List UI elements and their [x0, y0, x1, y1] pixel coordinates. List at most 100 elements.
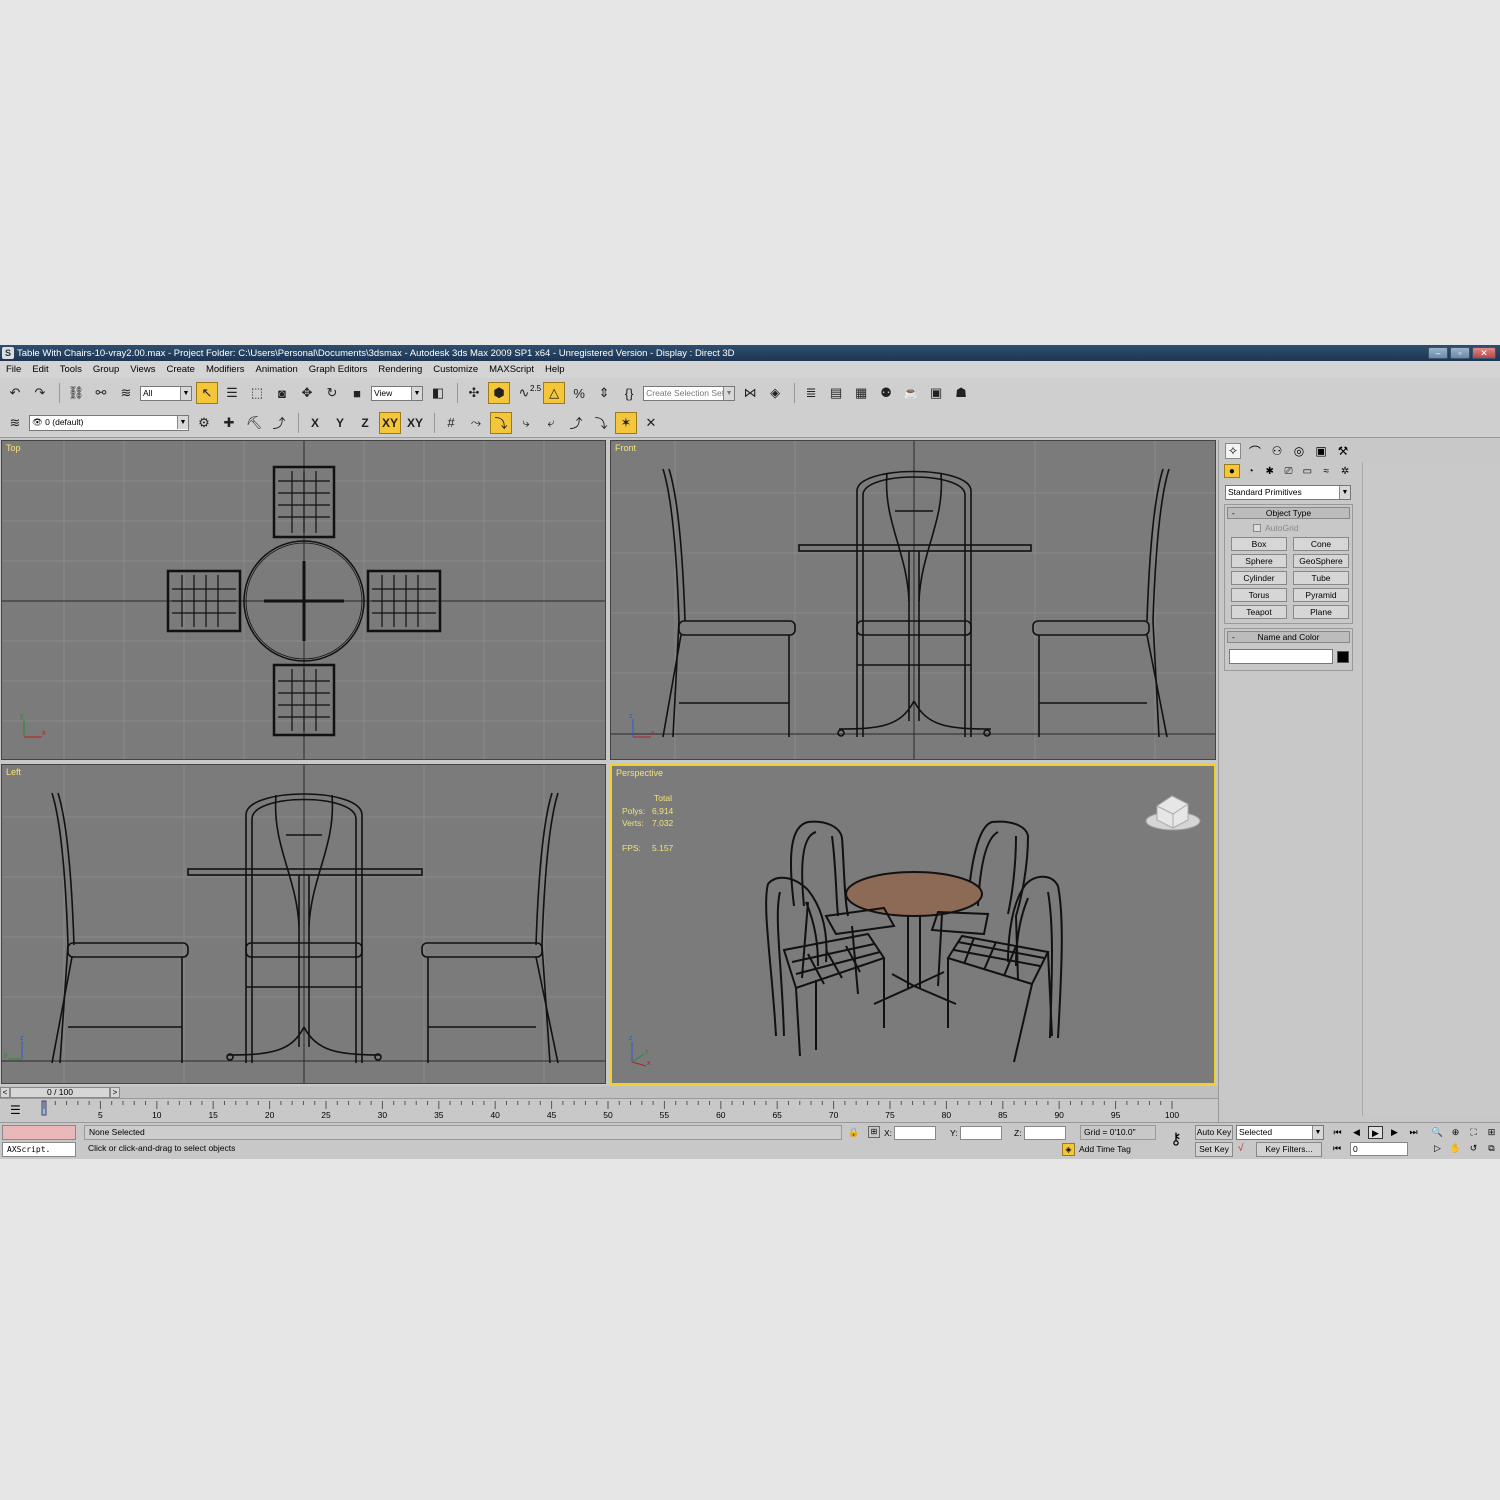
orbit-icon[interactable]: ↺ [1466, 1142, 1481, 1155]
set-key-icon[interactable]: ⚷ [1162, 1129, 1190, 1151]
lock-icon[interactable]: 🔒 [848, 1127, 859, 1138]
named-selection-dropdown[interactable]: Create Selection Set ▼ [643, 385, 736, 401]
torus-button[interactable]: Torus [1231, 588, 1287, 602]
maxscript-listener-output[interactable] [2, 1125, 76, 1140]
menu-customize[interactable]: Customize [433, 364, 478, 375]
render-setup-icon[interactable]: ☕ [900, 382, 922, 404]
geometry-icon[interactable]: ● [1224, 464, 1240, 478]
percent-snap-icon[interactable]: % [568, 382, 590, 404]
time-slider-next-button[interactable]: > [110, 1086, 120, 1098]
play-icon[interactable]: ▶ [1368, 1126, 1383, 1139]
menu-file[interactable]: File [6, 364, 21, 375]
edit-named-selection-icon[interactable]: {} [618, 382, 640, 404]
go-to-start-icon[interactable]: ⏮ [1330, 1126, 1345, 1139]
sphere-button[interactable]: Sphere [1231, 554, 1287, 568]
object-color-swatch[interactable] [1337, 650, 1349, 663]
select-object-icon[interactable]: ↖ [196, 382, 218, 404]
space-warps-icon[interactable]: ≈ [1318, 464, 1334, 478]
autogrid-option[interactable]: AutoGrid [1225, 521, 1352, 535]
hierarchy-tab-icon[interactable]: ⚇ [1269, 443, 1285, 459]
snap-toggle-active-icon[interactable]: ✶ [615, 411, 637, 434]
menu-graph-editors[interactable]: Graph Editors [309, 364, 368, 375]
set-current-layer-icon[interactable]: ⤴ [268, 412, 290, 434]
menu-group[interactable]: Group [93, 364, 119, 375]
z-coordinate-field[interactable] [1023, 1126, 1066, 1140]
angle-snap-icon[interactable]: △ [543, 382, 566, 404]
zoom-all-icon[interactable]: ⊕ [1448, 1126, 1463, 1139]
key-mode-dropdown[interactable]: Selected ▼ [1236, 1125, 1324, 1140]
add-time-tag[interactable]: ◈ Add Time Tag [1062, 1142, 1158, 1157]
select-and-link-icon[interactable]: ⛓ [65, 382, 87, 404]
helpers-icon[interactable]: ▭ [1299, 464, 1315, 478]
rendered-frame-window-icon[interactable]: ▣ [925, 382, 947, 404]
menu-maxscript[interactable]: MAXScript [489, 364, 534, 375]
lights-icon[interactable]: ✱ [1262, 464, 1278, 478]
menu-rendering[interactable]: Rendering [378, 364, 422, 375]
snap-face-icon[interactable]: ⤴ [565, 412, 587, 434]
menu-create[interactable]: Create [166, 364, 195, 375]
snap-axis-constraint-icon[interactable]: ✕ [640, 412, 662, 434]
cone-button[interactable]: Cone [1293, 537, 1349, 551]
set-key-button[interactable]: Set Key [1195, 1142, 1233, 1157]
layers-icon[interactable]: ≋ [4, 412, 26, 434]
restrict-xy-plane-button[interactable]: XY [404, 412, 426, 434]
viewport-label[interactable]: Top [6, 443, 21, 453]
time-slider-thumb[interactable]: 0 / 100 [10, 1086, 110, 1098]
maxscript-mini-listener[interactable]: AXScript. [2, 1142, 76, 1157]
menu-animation[interactable]: Animation [256, 364, 298, 375]
tube-button[interactable]: Tube [1293, 571, 1349, 585]
redo-icon[interactable]: ↷ [29, 382, 51, 404]
menu-help[interactable]: Help [545, 364, 565, 375]
reference-coordinate-dropdown[interactable]: View ▼ [371, 385, 423, 401]
current-layer-dropdown[interactable]: 👁 0 (default) ▼ [29, 414, 189, 431]
viewport-label[interactable]: Front [615, 443, 636, 453]
zoom-icon[interactable]: 🔍 [1430, 1126, 1445, 1139]
app-icon[interactable]: S [2, 347, 14, 359]
viewport-front[interactable]: Front z x [610, 440, 1216, 760]
viewport-top[interactable]: Top y x [1, 440, 606, 760]
schematic-view-icon[interactable]: ▦ [850, 382, 872, 404]
align-icon[interactable]: ◈ [764, 382, 786, 404]
auto-key-button[interactable]: Auto Key [1195, 1125, 1233, 1140]
key-filters-button[interactable]: Key Filters... [1256, 1142, 1322, 1157]
plane-button[interactable]: Plane [1293, 605, 1349, 619]
restrict-x-button[interactable]: X [304, 412, 326, 434]
restrict-xy-button[interactable]: XY [379, 411, 401, 434]
next-frame-icon[interactable]: ▶ [1387, 1126, 1402, 1139]
maximize-viewport-icon[interactable]: ⧉ [1484, 1142, 1499, 1155]
layer-manager-icon[interactable]: ≣ [800, 382, 822, 404]
bind-to-space-warp-icon[interactable]: ≋ [115, 382, 137, 404]
track-bar[interactable]: ☰ 5 10 15 20 25 30 35 40 45 50 55 60 65 70 75 80 85 90 95 1… [0, 1098, 1218, 1122]
key-mode-toggle-icon[interactable]: ⏮ [1333, 1143, 1341, 1154]
keyboard-shortcut-override-icon[interactable]: ⬢ [488, 382, 510, 404]
menu-modifiers[interactable]: Modifiers [206, 364, 245, 375]
add-to-layer-icon[interactable]: ✚ [218, 412, 240, 434]
scale-icon[interactable]: ■ [346, 382, 368, 404]
select-objects-in-layer-icon[interactable]: ⛏ [243, 412, 265, 434]
y-coordinate-field[interactable] [959, 1126, 1002, 1140]
go-to-end-icon[interactable]: ⏭ [1406, 1126, 1421, 1139]
viewport-label[interactable]: Left [6, 767, 21, 777]
teapot-button[interactable]: Teapot [1231, 605, 1287, 619]
curve-editor-icon[interactable]: ▤ [825, 382, 847, 404]
maximize-button[interactable]: ▫ [1450, 347, 1470, 359]
pyramid-button[interactable]: Pyramid [1293, 588, 1349, 602]
snap-vertex-icon[interactable]: ⤷ [515, 412, 537, 434]
display-tab-icon[interactable]: ▣ [1313, 443, 1329, 459]
restrict-y-button[interactable]: Y [329, 412, 351, 434]
shapes-icon[interactable]: ◔ [1243, 464, 1259, 478]
time-slider-prev-button[interactable]: < [0, 1086, 10, 1098]
x-coordinate-field[interactable] [894, 1126, 937, 1140]
unlink-icon[interactable]: ⚯ [90, 382, 112, 404]
snap-pivot-icon[interactable]: ⤵ [590, 412, 612, 434]
move-icon[interactable]: ✥ [296, 382, 318, 404]
snap-grid-icon[interactable]: # [440, 412, 462, 434]
viewport-left[interactable]: Left z y [1, 764, 606, 1084]
autogrid-checkbox[interactable] [1253, 524, 1261, 532]
primitive-category-dropdown[interactable]: Standard Primitives ▼ [1225, 485, 1351, 500]
motion-tab-icon[interactable]: ◎ [1291, 443, 1307, 459]
rotate-icon[interactable]: ↻ [321, 382, 343, 404]
viewport-label[interactable]: Perspective [616, 768, 663, 778]
create-tab-icon[interactable]: ✧ [1225, 443, 1241, 459]
rectangular-selection-icon[interactable]: ⬚ [246, 382, 268, 404]
